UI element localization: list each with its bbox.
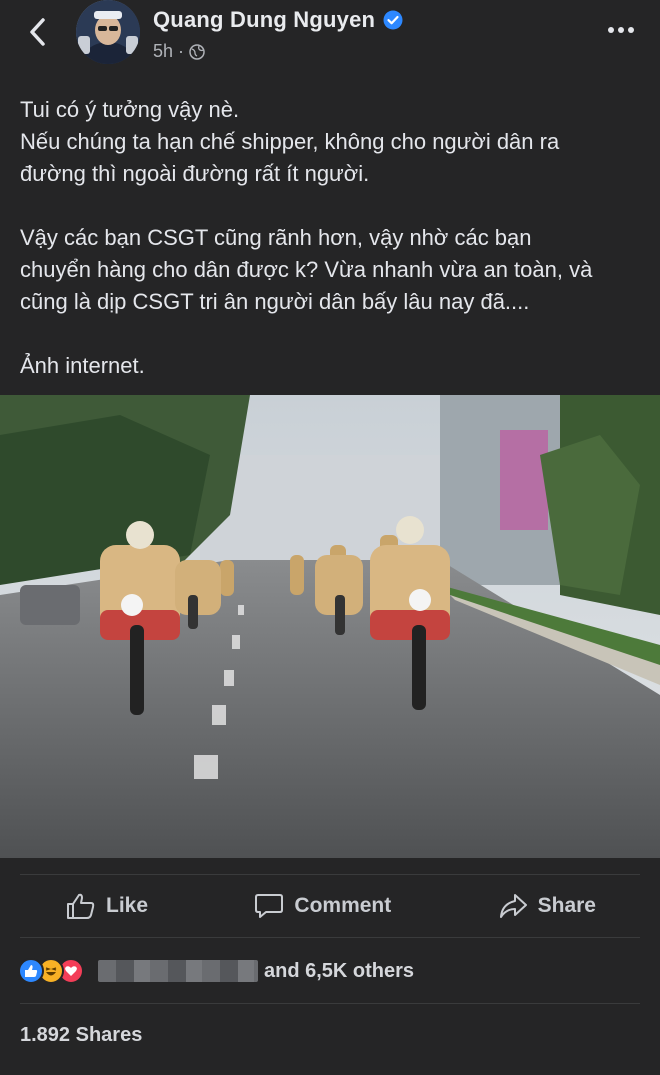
more-options-button[interactable] — [604, 20, 638, 40]
reactions-row[interactable]: and 6,5K others — [18, 952, 414, 990]
like-button[interactable]: Like — [66, 892, 148, 920]
post-text: Tui có ý tưởng vậy nè. Nếu chúng ta hạn … — [20, 94, 645, 382]
shares-count[interactable]: 1.892 Shares — [20, 1003, 640, 1047]
like-label: Like — [106, 894, 149, 917]
thumbs-up-icon — [67, 893, 95, 919]
comment-button[interactable]: Comment — [254, 892, 391, 920]
comment-label: Comment — [294, 894, 392, 917]
meta-separator: · — [178, 41, 185, 61]
more-dots-icon — [608, 27, 634, 33]
post-line: Vậy các bạn CSGT cũng rãnh hơn, vậy nhờ … — [20, 225, 532, 250]
verified-badge-icon — [383, 10, 403, 30]
like-reaction-icon — [18, 958, 44, 984]
chevron-left-icon — [30, 18, 45, 46]
action-bar: Like Comment Share — [20, 874, 640, 938]
share-label: Share — [537, 894, 596, 917]
post-photo[interactable] — [0, 395, 660, 858]
share-button[interactable]: Share — [498, 892, 596, 920]
post-line: Tui có ý tưởng vậy nè. — [20, 97, 240, 122]
post-line: đường thì ngoài đường rất ít người. — [20, 161, 370, 186]
post-header: Quang Dung Nguyen 5h · — [0, 0, 660, 75]
share-arrow-icon — [499, 894, 527, 918]
back-button[interactable] — [22, 14, 54, 50]
post-paragraph: Tui có ý tưởng vậy nè. Nếu chúng ta hạn … — [20, 94, 645, 190]
post-paragraph: Ảnh internet. — [20, 350, 645, 382]
reaction-icons — [18, 958, 84, 984]
post-meta: 5h · — [153, 41, 205, 62]
avatar[interactable] — [76, 0, 140, 64]
author-row: Quang Dung Nguyen — [153, 7, 403, 33]
post-paragraph: Vậy các bạn CSGT cũng rãnh hơn, vậy nhờ … — [20, 222, 645, 318]
post-line: Nếu chúng ta hạn chế shipper, không cho … — [20, 129, 560, 154]
shares-label: 1.892 Shares — [20, 1024, 143, 1046]
reaction-count[interactable]: and 6,5K others — [264, 960, 414, 983]
photo-illustration — [0, 395, 660, 858]
post-line: chuyển hàng cho dân được k? Vừa nhanh vừ… — [20, 257, 593, 282]
comment-bubble-icon — [255, 894, 284, 918]
blurred-names — [98, 960, 258, 982]
post-time[interactable]: 5h — [153, 41, 173, 62]
globe-icon — [189, 43, 205, 60]
author-name[interactable]: Quang Dung Nguyen — [153, 7, 375, 33]
post-line: cũng là dịp CSGT tri ân người dân bấy lâ… — [20, 289, 530, 314]
post-line: Ảnh internet. — [20, 353, 145, 378]
avatar-image — [76, 0, 140, 64]
